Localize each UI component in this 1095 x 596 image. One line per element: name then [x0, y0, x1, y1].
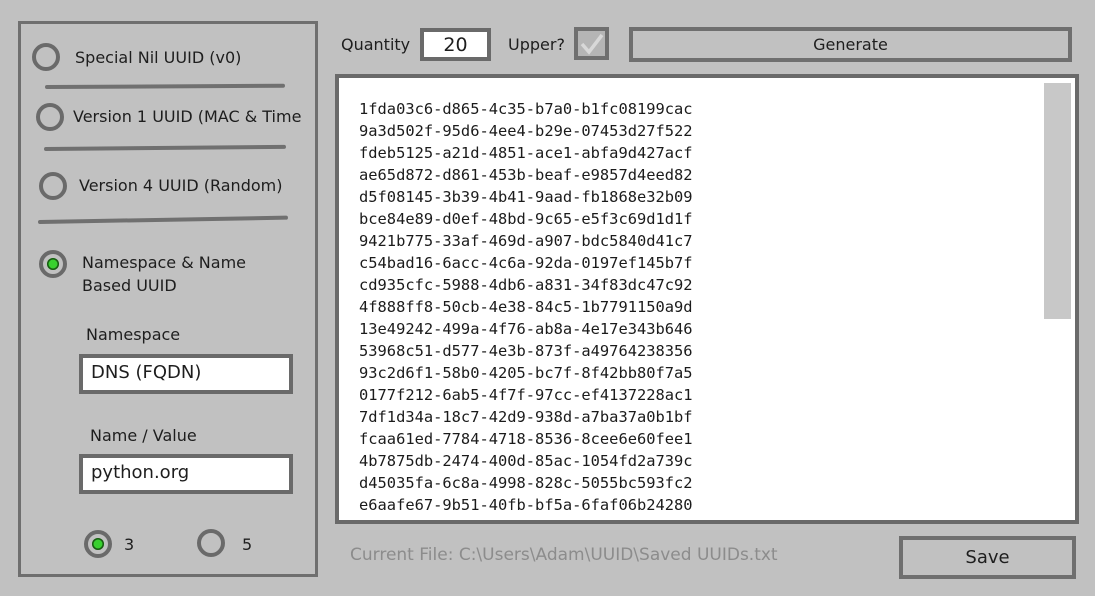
uuid-item: 4b7875db-2474-400d-85ac-1054fd2a739c — [359, 452, 693, 470]
namespace-label: Namespace — [86, 325, 181, 344]
upper-label: Upper? — [508, 35, 565, 54]
uuid-item: e6aafe67-9b51-40fb-bf5a-6faf06b24280 — [359, 496, 693, 514]
save-button-label: Save — [965, 547, 1010, 568]
radio-v4-uuid[interactable] — [39, 172, 67, 200]
current-file-path: Current File: C:\Users\Adam\UUID\Saved U… — [350, 545, 778, 565]
uuid-item: 53968c51-d577-4e3b-873f-a49764238356 — [359, 342, 693, 360]
uuid-item: 9421b775-33af-469d-a907-bdc5840d41c7 — [359, 232, 693, 250]
quantity-field[interactable]: 20 — [420, 28, 491, 61]
radio-version-5-label[interactable]: 5 — [242, 535, 252, 554]
namespace-field[interactable]: DNS (FQDN) — [79, 354, 293, 394]
uuid-item: bce84e89-d0ef-48bd-9c65-e5f3c69d1d1f — [359, 210, 693, 228]
radio-version-3[interactable] — [84, 530, 112, 558]
uuid-item: 0177f212-6ab5-4f7f-97cc-ef4137228ac1 — [359, 386, 693, 404]
uuid-item: fdeb5125-a21d-4851-ace1-abfa9d427acf — [359, 144, 693, 162]
uuid-list: 1fda03c6-d865-4c35-b7a0-b1fc08199cac 9a3d… — [359, 98, 693, 516]
uuid-item: d45035fa-6c8a-4998-828c-5055bc593fc2 — [359, 474, 693, 492]
radio-namespace-uuid[interactable] — [39, 250, 67, 278]
radio-nil-uuid-label[interactable]: Special Nil UUID (v0) — [75, 48, 241, 67]
uuid-item: 4f888ff8-50cb-4e38-84c5-1b7791150a9d — [359, 298, 693, 316]
uuid-output[interactable]: 1fda03c6-d865-4c35-b7a0-b1fc08199cac 9a3d… — [335, 74, 1079, 524]
save-button[interactable]: Save — [899, 536, 1076, 579]
quantity-label: Quantity — [341, 35, 411, 54]
radio-namespace-uuid-label-line2[interactable]: Based UUID — [82, 276, 177, 295]
radio-nil-uuid[interactable] — [32, 43, 60, 71]
uuid-item: 7df1d34a-18c7-42d9-938d-a7ba37a0b1bf — [359, 408, 693, 426]
generate-button-label: Generate — [813, 35, 888, 54]
uuid-item: 1fda03c6-d865-4c35-b7a0-b1fc08199cac — [359, 100, 693, 118]
uuid-item: 93c2d6f1-58b0-4205-bc7f-8f42bb80f7a5 — [359, 364, 693, 382]
uuid-item: ae65d872-d861-453b-beaf-e9857d4eed82 — [359, 166, 693, 184]
radio-namespace-uuid-label[interactable]: Namespace & Name — [82, 253, 246, 272]
scrollbar-thumb[interactable] — [1044, 83, 1071, 319]
name-value-label: Name / Value — [90, 426, 197, 445]
generate-button[interactable]: Generate — [629, 27, 1072, 62]
uuid-item: fcaa61ed-7784-4718-8536-8cee6e60fee1 — [359, 430, 693, 448]
uuid-item: c54bad16-6acc-4c6a-92da-0197ef145b7f — [359, 254, 693, 272]
uuid-item: 9a3d502f-95d6-4ee4-b29e-07453d27f522 — [359, 122, 693, 140]
uuid-item: d5f08145-3b39-4b41-9aad-fb1868e32b09 — [359, 188, 693, 206]
radio-v1-uuid-label[interactable]: Version 1 UUID (MAC & Time — [73, 107, 301, 126]
radio-version-5[interactable] — [197, 529, 225, 557]
checkmark-icon — [580, 33, 603, 55]
radio-version-3-label[interactable]: 3 — [124, 535, 134, 554]
radio-v1-uuid[interactable] — [36, 103, 64, 131]
uuid-item: 13e49242-499a-4f76-ab8a-4e17e343b646 — [359, 320, 693, 338]
name-value-field[interactable]: python.org — [79, 454, 293, 494]
radio-v4-uuid-label[interactable]: Version 4 UUID (Random) — [79, 176, 282, 195]
uuid-item: cd935cfc-5988-4db6-a831-34f83dc47c92 — [359, 276, 693, 294]
upper-checkbox[interactable] — [574, 27, 609, 60]
